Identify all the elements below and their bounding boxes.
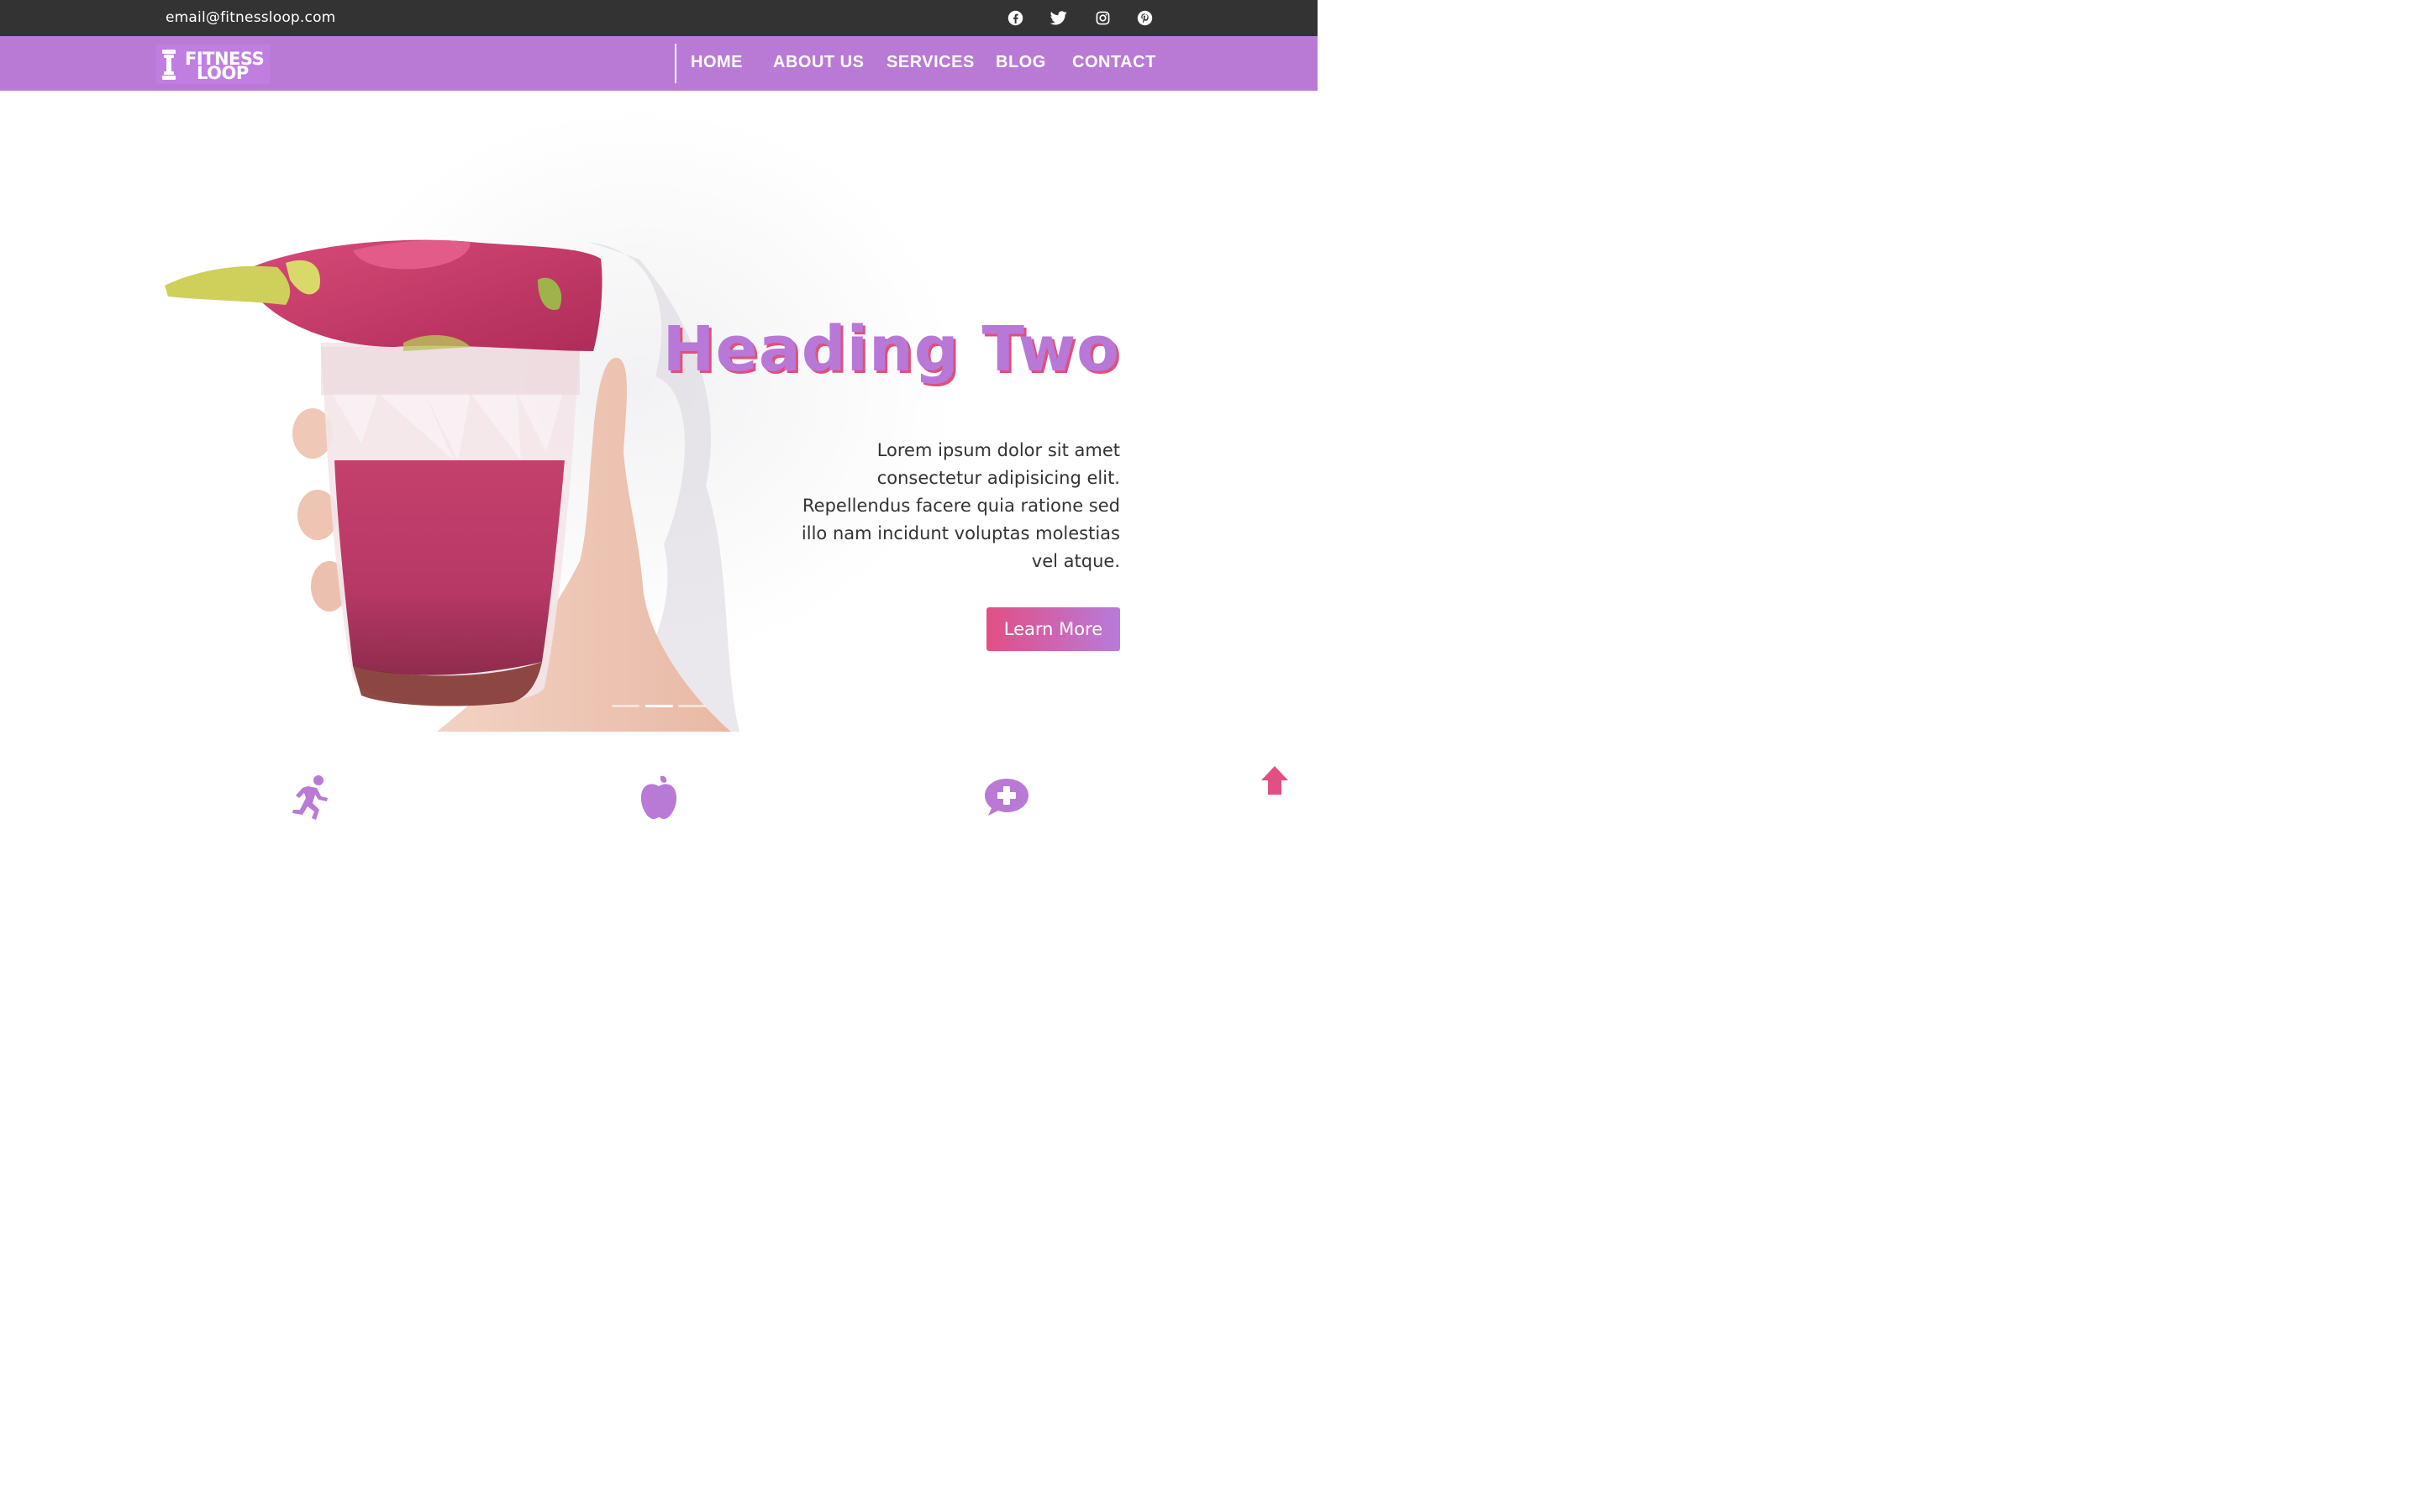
learn-more-button[interactable]: Learn More	[986, 607, 1120, 651]
medical-chat-icon	[985, 779, 1028, 816]
running-icon	[292, 775, 328, 820]
facebook-icon[interactable]	[1006, 8, 1024, 27]
contact-email[interactable]: email@fitnessloop.com	[166, 9, 335, 26]
nav-divider	[675, 44, 676, 83]
hero-heading: Heading Two	[662, 313, 1120, 386]
slider-dot-1[interactable]	[612, 705, 639, 707]
top-bar: email@fitnessloop.com	[0, 0, 1318, 36]
nav-home[interactable]: HOME	[691, 53, 743, 72]
arrow-up-icon	[1261, 766, 1288, 795]
brand-logo[interactable]: FITNESS LOOP	[156, 45, 270, 84]
nav-contact[interactable]: CONTACT	[1072, 53, 1156, 72]
scroll-to-top-button[interactable]	[1258, 764, 1292, 798]
page: email@fitnessloop.com FITNESS LOOP HOME …	[0, 0, 1318, 823]
apple-icon	[640, 775, 677, 819]
nav-about-us[interactable]: ABOUT US	[773, 53, 864, 72]
instagram-icon[interactable]	[1093, 8, 1112, 27]
dumbbell-icon	[162, 50, 176, 80]
pinterest-icon[interactable]	[1135, 8, 1154, 27]
nav-services[interactable]: SERVICES	[886, 53, 975, 72]
brand-name-line2: LOOP	[197, 63, 249, 83]
twitter-icon[interactable]	[1050, 8, 1068, 27]
hero-description: Lorem ipsum dolor sit amet consectetur a…	[801, 440, 1120, 571]
slider-dot-2[interactable]	[645, 705, 673, 707]
slider-dot-3[interactable]	[678, 705, 706, 707]
hero-slider: Heading Two Lorem ipsum dolor sit amet c…	[0, 91, 1318, 732]
nav-blog[interactable]: BLOG	[996, 53, 1046, 72]
main-navbar: FITNESS LOOP HOME ABOUT US SERVICES BLOG…	[0, 36, 1318, 91]
